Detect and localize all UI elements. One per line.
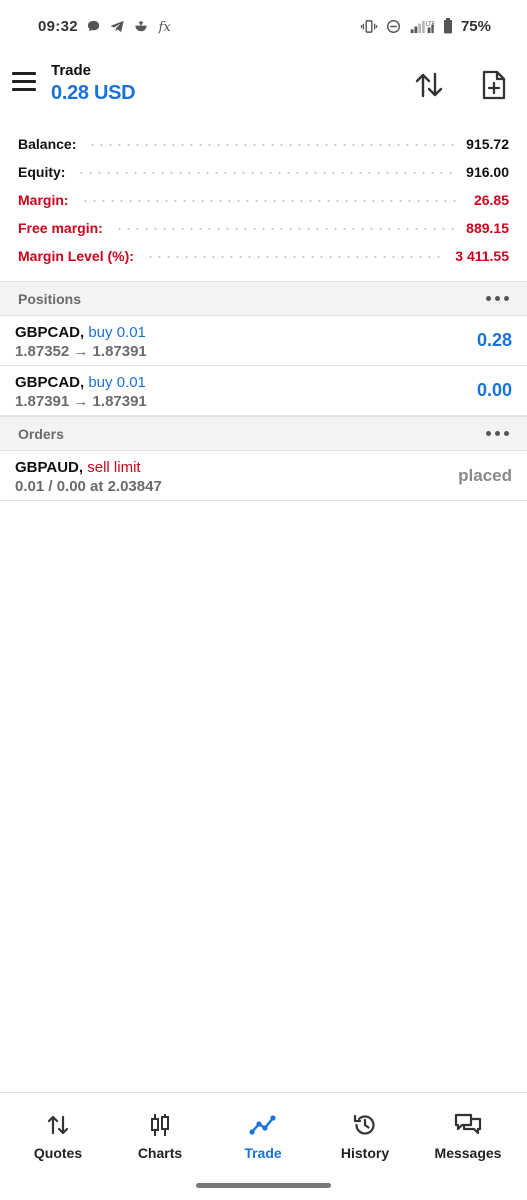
- order-status: placed: [458, 466, 512, 485]
- summary-value: 26.85: [467, 192, 509, 208]
- signal-icon: LTE: [409, 19, 435, 34]
- history-icon: [352, 1111, 378, 1139]
- summary-label: Free margin:: [18, 220, 109, 236]
- dotted-leader: [114, 228, 455, 230]
- new-order-button[interactable]: [477, 68, 511, 102]
- summary-label: Margin Level (%):: [18, 248, 140, 264]
- dotted-leader: [88, 144, 455, 146]
- summary-label: Margin:: [18, 192, 75, 208]
- messages-icon: [453, 1111, 483, 1139]
- position-symbol: GBPCAD,: [15, 374, 85, 391]
- status-right-icons: LTE 75%: [360, 18, 491, 35]
- dnd-icon: [386, 19, 401, 34]
- nav-quotes[interactable]: Quotes: [6, 1111, 110, 1171]
- position-prices: 1.87352 → 1.87391: [15, 343, 147, 360]
- nav-messages[interactable]: Messages: [416, 1111, 520, 1171]
- order-details: 0.01 / 0.00 at 2.03847: [15, 478, 162, 495]
- svg-text:fx: fx: [157, 20, 171, 34]
- summary-row-equity: Equity: 916.00: [0, 158, 527, 186]
- dotted-leader: [80, 200, 462, 202]
- summary-value: 889.15: [460, 220, 509, 236]
- nav-label: Messages: [434, 1145, 502, 1161]
- hamburger-icon-bar: [12, 79, 36, 83]
- order-symbol: GBPAUD,: [15, 459, 84, 476]
- order-title: GBPAUD, sell limit: [15, 459, 141, 476]
- dotted-leader: [145, 256, 444, 258]
- position-row[interactable]: GBPCAD, buy 0.01 1.87391 → 1.87391 0.00: [0, 366, 527, 416]
- pot-icon: [133, 19, 149, 34]
- orders-section-header: Orders: [0, 416, 527, 451]
- hamburger-icon-bar: [12, 87, 36, 91]
- telegram-icon: [109, 19, 125, 34]
- floating-profit: 0.28 USD: [51, 82, 136, 104]
- summary-value: 916.00: [460, 164, 509, 180]
- fx-icon: fx: [157, 19, 175, 34]
- chat-bubble-icon: [86, 19, 101, 34]
- hamburger-icon: [12, 71, 36, 75]
- battery-icon: [443, 18, 453, 34]
- nav-charts[interactable]: Charts: [108, 1111, 212, 1171]
- vibrate-icon: [360, 19, 378, 34]
- section-title: Orders: [18, 425, 64, 442]
- nav-trade[interactable]: Trade: [211, 1111, 315, 1171]
- new-document-icon: [482, 70, 506, 100]
- nav-label: Charts: [137, 1145, 183, 1161]
- position-side: buy 0.01: [88, 374, 146, 391]
- dotted-leader: [77, 172, 455, 174]
- account-summary: Balance: 915.72 Equity: 916.00 Margin: 2…: [0, 130, 527, 270]
- positions-section-header: Positions: [0, 281, 527, 316]
- section-title: Positions: [18, 290, 82, 307]
- battery-percent: 75%: [460, 17, 491, 35]
- quotes-arrows-icon: [46, 1111, 70, 1139]
- page-title: Trade: [51, 62, 92, 79]
- summary-row-free-margin: Free margin: 889.15: [0, 214, 527, 242]
- order-side: sell limit: [87, 459, 141, 476]
- position-side: buy 0.01: [88, 324, 146, 341]
- summary-value: 3 411.55: [449, 248, 509, 264]
- summary-label: Equity:: [18, 164, 72, 180]
- nav-label: Quotes: [33, 1145, 83, 1161]
- trade-line-icon: [249, 1111, 277, 1139]
- nav-label: Trade: [244, 1145, 282, 1161]
- nav-history[interactable]: History: [313, 1111, 417, 1171]
- summary-row-margin-level: Margin Level (%): 3 411.55: [0, 242, 527, 270]
- more-options-icon[interactable]: [486, 296, 509, 301]
- position-symbol: GBPCAD,: [15, 324, 85, 341]
- nav-label: History: [340, 1145, 390, 1161]
- order-row[interactable]: GBPAUD, sell limit 0.01 / 0.00 at 2.0384…: [0, 451, 527, 501]
- candlestick-icon: [148, 1111, 172, 1139]
- app-bar: Trade 0.28 USD: [0, 52, 527, 122]
- home-indicator[interactable]: [196, 1183, 331, 1188]
- status-left-icons: fx: [86, 19, 175, 34]
- position-title: GBPCAD, buy 0.01: [15, 324, 146, 341]
- position-row[interactable]: GBPCAD, buy 0.01 1.87352 → 1.87391 0.28: [0, 316, 527, 366]
- title-block: Trade 0.28 USD: [51, 62, 136, 105]
- status-time: 09:32: [38, 17, 78, 35]
- summary-row-balance: Balance: 915.72: [0, 130, 527, 158]
- menu-button[interactable]: [10, 66, 40, 96]
- summary-row-margin: Margin: 26.85: [0, 186, 527, 214]
- position-profit: 0.00: [476, 380, 512, 400]
- sort-arrows-icon: [415, 72, 443, 98]
- summary-label: Balance:: [18, 136, 83, 152]
- position-profit: 0.28: [476, 330, 512, 350]
- summary-value: 915.72: [460, 136, 509, 152]
- position-title: GBPCAD, buy 0.01: [15, 374, 146, 391]
- more-options-icon[interactable]: [486, 431, 509, 436]
- sort-button[interactable]: [412, 68, 446, 102]
- position-prices: 1.87391 → 1.87391: [15, 393, 147, 410]
- status-bar: 09:32 fx LTE 75%: [0, 0, 527, 52]
